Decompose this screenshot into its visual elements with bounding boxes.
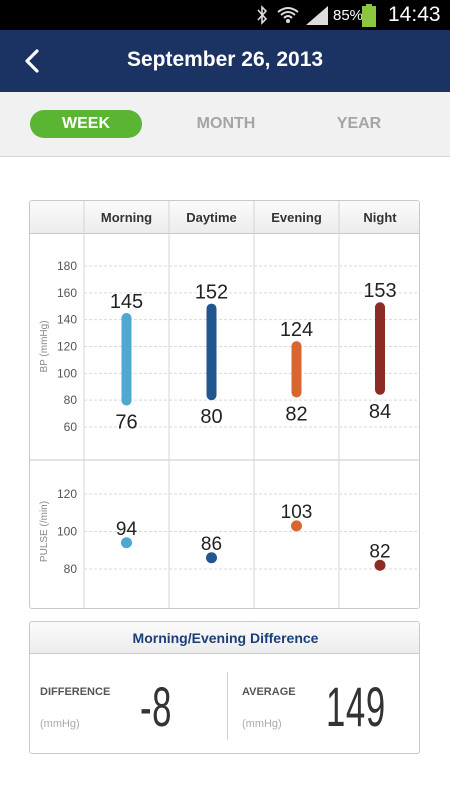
difference-label: DIFFERENCE (40, 686, 111, 698)
difference-value: -8 (140, 675, 173, 738)
average-unit: (mmHg) (242, 718, 282, 730)
pulse-tick-label-120: 120 (57, 487, 77, 501)
pulse-label-evening: 103 (281, 502, 313, 523)
app-header: September 26, 2013 (0, 30, 450, 92)
tab-week[interactable]: WEEK (30, 110, 142, 138)
bp-bar-evening (291, 341, 302, 398)
bluetooth-icon (257, 5, 268, 25)
difference-panel-title: Morning/Evening Difference (30, 622, 419, 654)
page-title: September 26, 2013 (126, 48, 324, 71)
difference-divider (227, 672, 228, 740)
bp-axis-label: BP (mmHg) (39, 320, 50, 372)
pulse-label-night: 82 (369, 541, 390, 562)
bp-bar-night (375, 302, 385, 395)
period-tab-bar: WEEK MONTH YEAR (0, 92, 450, 157)
bp-tick-label-80: 80 (64, 393, 78, 407)
bp-tick-label-60: 60 (64, 420, 78, 434)
status-bar: 85% 14:43 (0, 0, 450, 30)
bp-pulse-chart: Morning Daytime Evening Night 180 160 140 1… (29, 200, 420, 609)
difference-unit: (mmHg) (40, 718, 80, 730)
pulse-axis-label: PULSE (/min) (39, 501, 50, 562)
bp-low-label-daytime: 80 (200, 406, 222, 428)
chart-plot-area: 180 160 140 120 100 80 60 BP (mmHg) 120 100 80 PULS… (30, 201, 419, 608)
bp-high-label-daytime: 152 (195, 282, 228, 304)
clock: 14:43 (388, 3, 441, 26)
battery-percent: 85% (333, 7, 364, 24)
bp-high-label-night: 153 (363, 280, 396, 302)
difference-panel: Morning/Evening Difference DIFFERENCE (m… (29, 621, 420, 754)
bp-low-label-morning: 76 (115, 412, 137, 434)
pulse-tick-label-100: 100 (57, 525, 77, 539)
bp-bar-morning (121, 312, 132, 406)
average-label: AVERAGE (242, 686, 296, 698)
bp-bar-daytime (206, 303, 217, 401)
battery-icon (362, 4, 376, 27)
bp-high-label-morning: 145 (110, 291, 143, 313)
bp-tick-label-100: 100 (57, 366, 77, 380)
pulse-label-daytime: 86 (201, 534, 222, 555)
bp-tick-label-180: 180 (57, 259, 77, 273)
tab-month[interactable]: MONTH (170, 110, 282, 138)
signal-icon (306, 6, 328, 25)
pulse-tick-label-80: 80 (64, 562, 78, 576)
bp-tick-label-120: 120 (57, 340, 77, 354)
average-value: 149 (326, 675, 386, 738)
bp-high-label-evening: 124 (280, 319, 313, 341)
bp-tick-label-160: 160 (57, 286, 77, 300)
bp-low-label-evening: 82 (285, 403, 307, 425)
bp-low-label-night: 84 (369, 401, 391, 423)
bp-tick-label-140: 140 (57, 313, 77, 327)
tab-year[interactable]: YEAR (303, 110, 415, 138)
pulse-label-morning: 94 (116, 519, 138, 540)
wifi-icon (277, 7, 299, 23)
